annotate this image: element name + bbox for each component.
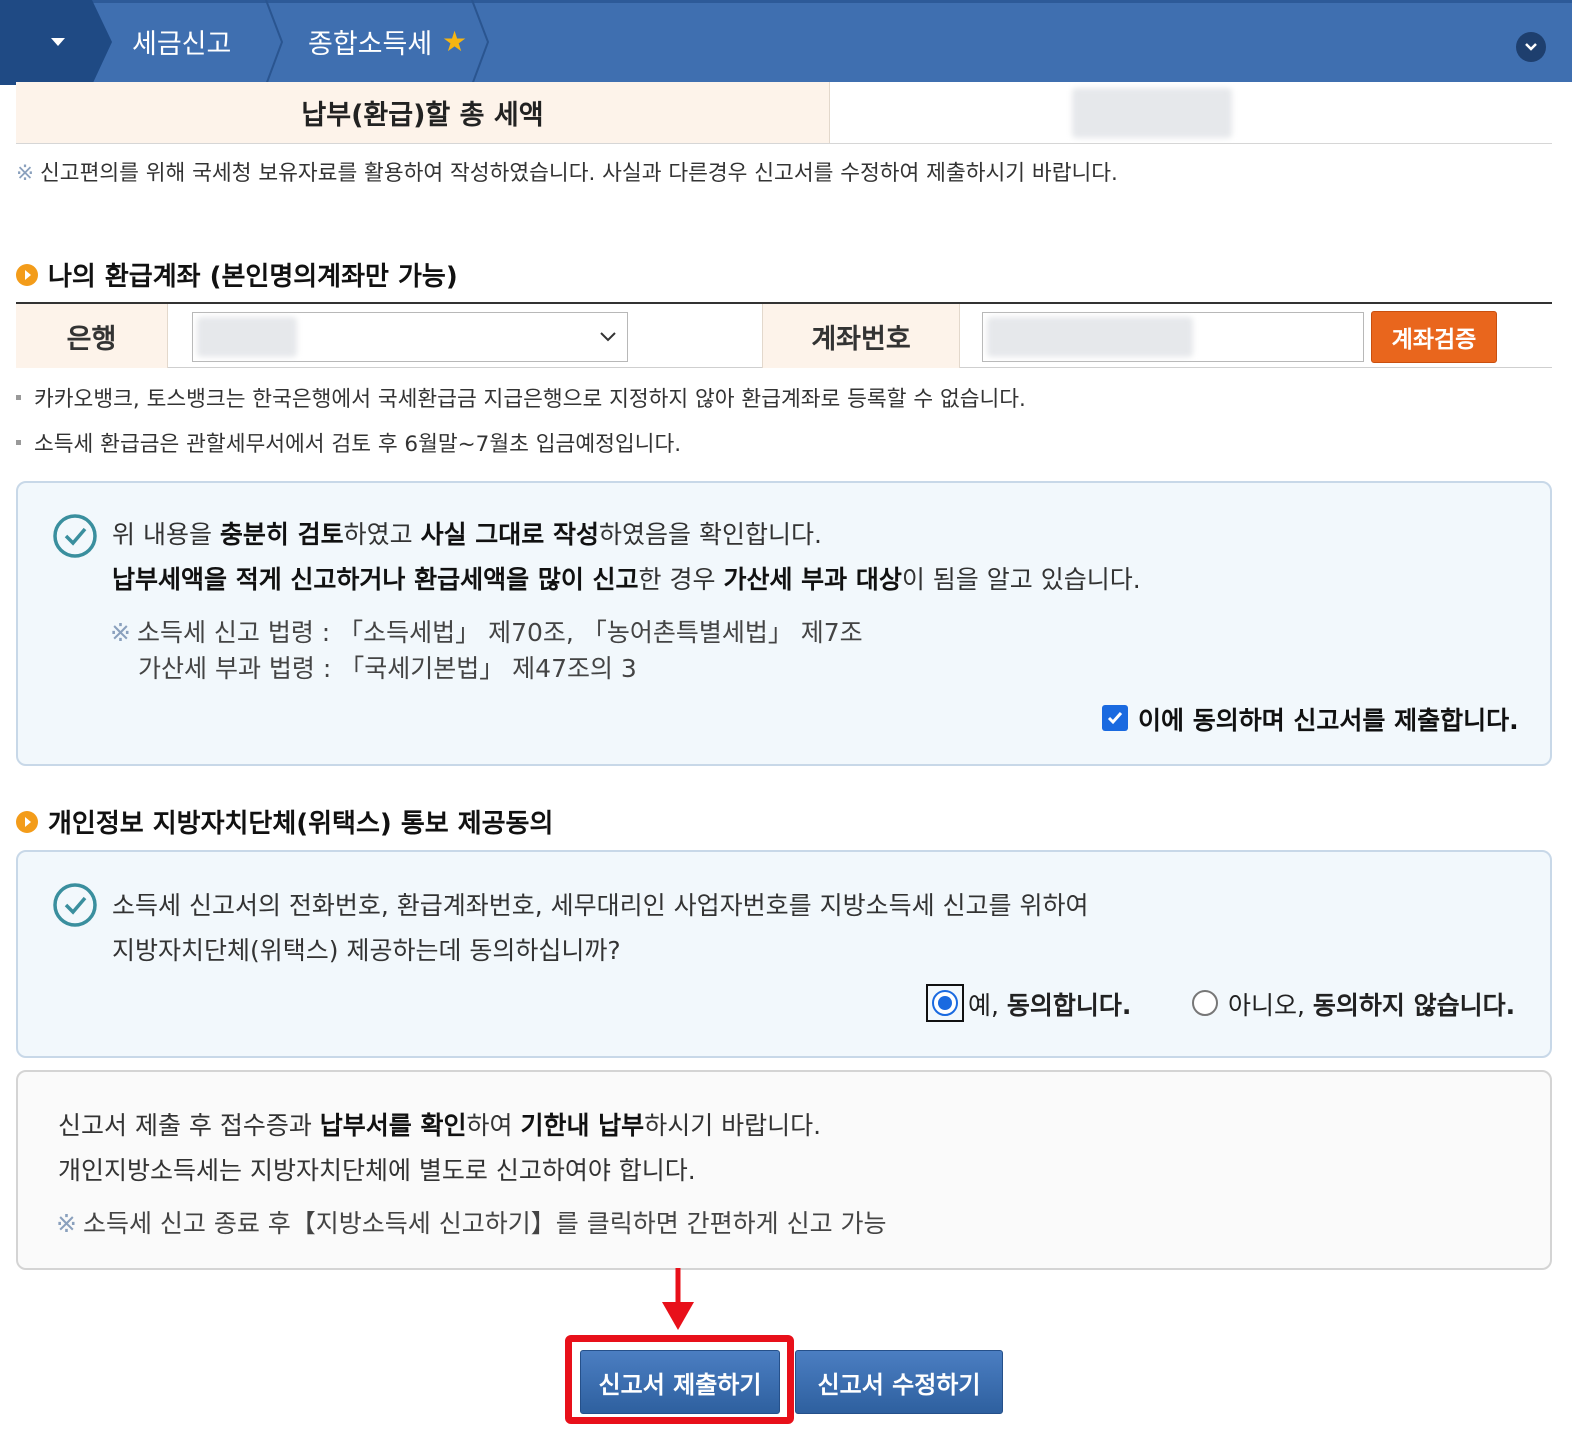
text-bold: 납부서를 확인 [319, 1111, 467, 1140]
account-number-input[interactable] [982, 312, 1364, 362]
text-segment: 한 경우 [638, 565, 724, 594]
reference-mark-icon: ※ [56, 1209, 77, 1238]
confirm-line-2: 납부세액을 적게 신고하거나 환급세액을 많이 신고한 경우 가산세 부과 대상… [112, 560, 1141, 596]
checkmark-icon [1107, 712, 1123, 725]
consent-no-label[interactable]: 아니오, 동의하지 않습니다. [1228, 986, 1515, 1022]
reference-mark-icon: ※ [16, 161, 35, 186]
edit-return-button[interactable]: 신고서 수정하기 [795, 1350, 1003, 1414]
red-arrow-annotation-icon [662, 1268, 694, 1330]
law-text: 소득세 신고 법령 : 「소득세법」 제70조, 「농어촌특별세법」 제7조 [136, 618, 863, 647]
bank-value-redacted [197, 317, 297, 357]
refund-account-heading: 나의 환급계좌 (본인명의계좌만 가능) [16, 256, 458, 293]
info-line-3: ※ 소득세 신고 종료 후【지방소득세 신고하기】를 클릭하면 간편하게 신고 가… [56, 1204, 887, 1240]
info-line-1: 신고서 제출 후 접수증과 납부서를 확인하여 기한내 납부하시기 바랍니다. [58, 1106, 821, 1142]
refund-account-title: 나의 환급계좌 (본인명의계좌만 가능) [48, 262, 458, 292]
menu-toggle-button[interactable] [0, 0, 112, 85]
section-bullet-icon [16, 263, 38, 286]
bank-note-text: 카카오뱅크, 토스뱅크는 한국은행에서 국세환급금 지급은행으로 지정하지 않아… [34, 387, 1026, 412]
text-bold: 사실 그대로 작성 [420, 520, 599, 549]
account-value-redacted [987, 317, 1193, 357]
section-bullet-icon [16, 810, 38, 833]
consent-yes-radio[interactable] [932, 990, 958, 1016]
breadcrumb-tax-filing[interactable]: 세금신고 [132, 22, 231, 61]
total-tax-label: 납부(환급)할 총 세액 [16, 82, 830, 143]
chevron-down-icon [600, 332, 616, 342]
favorite-star-icon[interactable]: ★ [442, 28, 467, 56]
local-tax-note-text: 소득세 신고 종료 후【지방소득세 신고하기】를 클릭하면 간편하게 신고 가능 [82, 1209, 887, 1238]
consent-no-radio[interactable] [1192, 990, 1218, 1016]
law-reference-2: 가산세 부과 법령 : 「국세기본법」 제47조의 3 [138, 654, 637, 683]
text-segment: 하여 [466, 1111, 521, 1140]
total-tax-row: 납부(환급)할 총 세액 [16, 82, 1552, 144]
caret-down-icon [51, 38, 65, 46]
bank-label: 은행 [16, 304, 168, 368]
text-segment: 신고서 제출 후 접수증과 [58, 1111, 320, 1140]
text-segment: 하시기 바랍니다. [644, 1111, 822, 1140]
submission-info-box: 신고서 제출 후 접수증과 납부서를 확인하여 기한내 납부하시기 바랍니다. … [16, 1070, 1552, 1270]
text-segment: 하였고 [343, 520, 421, 549]
check-circle-icon [53, 514, 97, 558]
agree-checkbox[interactable] [1102, 705, 1128, 731]
chevron-down-icon[interactable] [1516, 32, 1546, 62]
text-segment: 위 내용을 [112, 520, 220, 549]
privacy-consent-title: 개인정보 지방자치단체(위택스) 통보 제공동의 [48, 809, 554, 839]
account-number-label: 계좌번호 [762, 304, 960, 368]
breadcrumb-separator [262, 0, 286, 86]
text-segment: 예, [968, 991, 1007, 1020]
bank-select[interactable] [192, 312, 628, 362]
submit-return-button[interactable]: 신고서 제출하기 [580, 1350, 780, 1414]
text-bold: 납부세액을 적게 신고하거나 환급세액을 많이 신고 [112, 565, 639, 594]
info-line-2: 개인지방소득세는 지방자치단체에 별도로 신고하여야 합니다. [58, 1156, 696, 1185]
text-bold: 동의합니다. [1006, 991, 1132, 1020]
privacy-consent-heading: 개인정보 지방자치단체(위택스) 통보 제공동의 [16, 803, 553, 840]
bullet-square-icon [16, 440, 21, 445]
refund-date-note-text: 소득세 환급금은 관할세무서에서 검토 후 6월말~7월초 입금예정입니다. [34, 432, 682, 457]
text-bold: 가산세 부과 대상 [723, 565, 902, 594]
reference-mark-icon: ※ [110, 618, 131, 647]
text-segment: 아니오, [1228, 991, 1313, 1020]
confirm-line-1: 위 내용을 충분히 검토하였고 사실 그대로 작성하였음을 확인합니다. [112, 515, 822, 551]
breadcrumb-separator [468, 0, 492, 86]
consent-yes-label[interactable]: 예, 동의합니다. [968, 986, 1131, 1022]
bullet-square-icon [16, 395, 21, 400]
confirmation-box: 위 내용을 충분히 검토하였고 사실 그대로 작성하였음을 확인합니다. 납부세… [16, 481, 1552, 766]
prefill-notice: ※ 신고편의를 위해 국세청 보유자료를 활용하여 작성하였습니다. 사실과 다른… [16, 156, 1118, 187]
check-circle-icon [53, 883, 97, 927]
text-bold: 동의하지 않습니다. [1312, 991, 1516, 1020]
text-bold: 기한내 납부 [520, 1111, 645, 1140]
verify-account-button[interactable]: 계좌검증 [1371, 311, 1497, 363]
prefill-notice-text: 신고편의를 위해 국세청 보유자료를 활용하여 작성하였습니다. 사실과 다른경… [40, 161, 1118, 186]
text-segment: 하였음을 확인합니다. [599, 520, 822, 549]
privacy-consent-box: 소득세 신고서의 전화번호, 환급계좌번호, 세무대리인 사업자번호를 지방소득… [16, 850, 1552, 1058]
total-tax-value-redacted [1072, 88, 1232, 138]
privacy-question-line-2: 지방자치단체(위택스) 제공하는데 동의하십니까? [112, 936, 621, 965]
top-nav-bar: 세금신고 종합소득세 ★ [0, 0, 1572, 86]
refund-account-table: 은행 계좌번호 계좌검증 [16, 302, 1552, 368]
bank-note-2: 소득세 환급금은 관할세무서에서 검토 후 6월말~7월초 입금예정입니다. [16, 427, 681, 458]
privacy-question-line-1: 소득세 신고서의 전화번호, 환급계좌번호, 세무대리인 사업자번호를 지방소득… [112, 891, 1089, 920]
breadcrumb-income-tax[interactable]: 종합소득세 [308, 22, 432, 61]
text-bold: 충분히 검토 [219, 520, 344, 549]
bank-note-1: 카카오뱅크, 토스뱅크는 한국은행에서 국세환급금 지급은행으로 지정하지 않아… [16, 382, 1026, 413]
law-reference-1: ※ 소득세 신고 법령 : 「소득세법」 제70조, 「농어촌특별세법」 제7조 [110, 613, 863, 649]
text-segment: 이 됨을 알고 있습니다. [901, 565, 1141, 594]
agree-label[interactable]: 이에 동의하며 신고서를 제출합니다. [1138, 701, 1519, 737]
